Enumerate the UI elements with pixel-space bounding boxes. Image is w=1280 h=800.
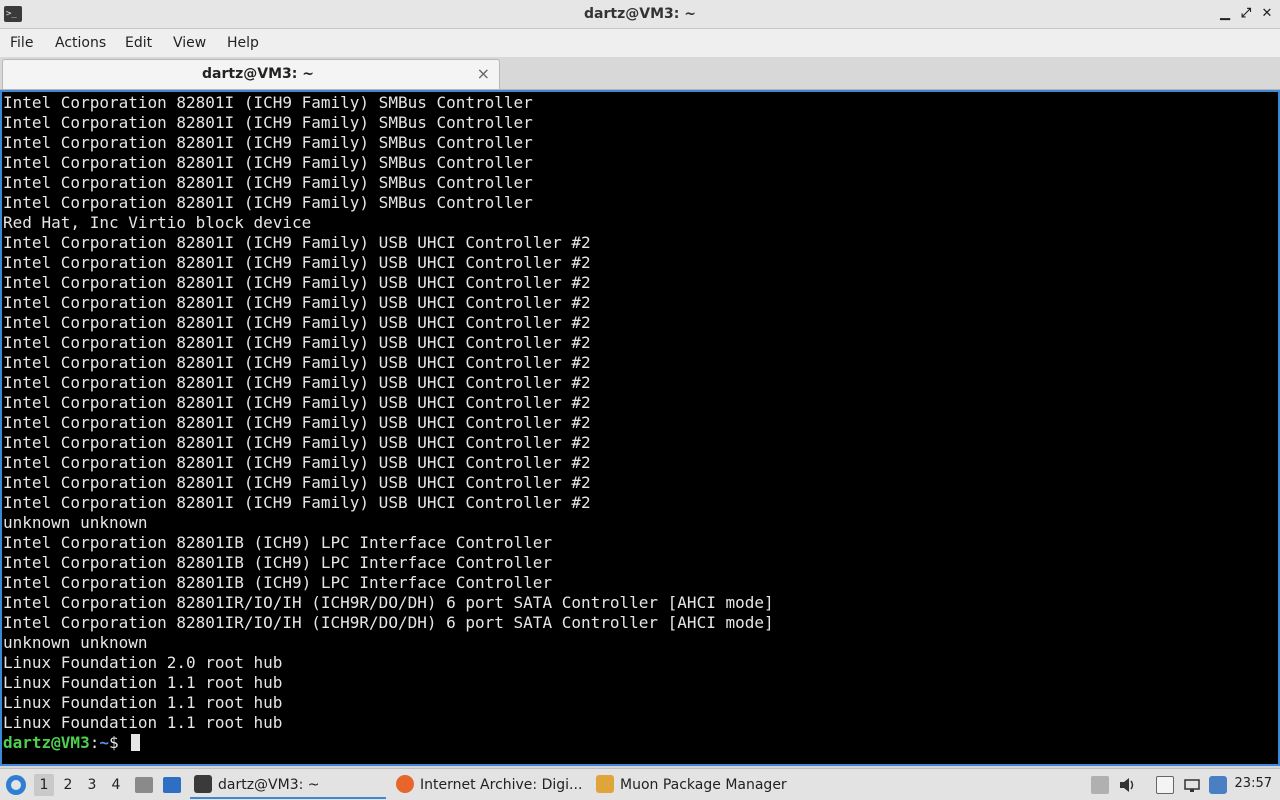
terminal-line: Intel Corporation 82801I (ICH9 Family) S… — [3, 93, 533, 112]
maximize-button[interactable]: ⤢ — [1237, 5, 1255, 23]
terminal-line: Red Hat, Inc Virtio block device — [3, 213, 312, 232]
workspace-4[interactable]: 4 — [106, 774, 126, 796]
terminal-prompt[interactable]: dartz@VM3:~$ — [3, 733, 774, 753]
terminal-line: Intel Corporation 82801I (ICH9 Family) U… — [3, 453, 591, 472]
menu-help[interactable]: Help — [227, 35, 259, 51]
terminal-line: Intel Corporation 82801IB (ICH9) LPC Int… — [3, 533, 553, 552]
terminal-line: Intel Corporation 82801I (ICH9 Family) S… — [3, 153, 533, 172]
menu-actions[interactable]: Actions — [55, 35, 106, 51]
terminal-line: Intel Corporation 82801I (ICH9 Family) U… — [3, 233, 591, 252]
text-cursor — [131, 734, 141, 751]
tab-label: dartz@VM3: ~ — [202, 66, 314, 82]
terminal-line: Intel Corporation 82801I (ICH9 Family) U… — [3, 393, 591, 412]
terminal-line: Linux Foundation 2.0 root hub — [3, 653, 283, 672]
terminal-line: unknown unknown — [3, 513, 148, 532]
terminal-line: Intel Corporation 82801IB (ICH9) LPC Int… — [3, 553, 553, 572]
terminal-line: Intel Corporation 82801I (ICH9 Family) U… — [3, 493, 591, 512]
minimize-button[interactable]: ▁ — [1216, 5, 1234, 23]
menu-edit[interactable]: Edit — [125, 35, 152, 51]
terminal-line: Linux Foundation 1.1 root hub — [3, 673, 283, 692]
tab-close-icon[interactable]: × — [477, 64, 490, 83]
volume-icon[interactable] — [1118, 776, 1136, 794]
terminal-line: Intel Corporation 82801I (ICH9 Family) U… — [3, 253, 591, 272]
terminal-line: Intel Corporation 82801I (ICH9 Family) U… — [3, 293, 591, 312]
terminal-line: Intel Corporation 82801I (ICH9 Family) S… — [3, 133, 533, 152]
firefox-icon — [396, 775, 414, 793]
workspace-2[interactable]: 2 — [58, 774, 78, 796]
close-button[interactable]: ✕ — [1258, 5, 1276, 23]
terminal-line: Intel Corporation 82801I (ICH9 Family) U… — [3, 373, 591, 392]
updates-icon[interactable] — [1209, 776, 1227, 794]
start-menu-icon[interactable] — [6, 775, 26, 795]
clock[interactable]: 23:57 — [1235, 776, 1272, 791]
task-label: Internet Archive: Digi... — [420, 777, 583, 793]
terminal-tab[interactable]: dartz@VM3: ~ × — [2, 59, 500, 89]
terminal-line: unknown unknown — [3, 633, 148, 652]
task-terminal[interactable]: dartz@VM3: ~ — [190, 771, 386, 799]
terminal-line: Intel Corporation 82801I (ICH9 Family) U… — [3, 333, 591, 352]
workspace-3[interactable]: 3 — [82, 774, 102, 796]
menu-view[interactable]: View — [173, 35, 206, 51]
clipboard-icon[interactable] — [1156, 776, 1174, 794]
tab-bar: dartz@VM3: ~ × — [0, 57, 1280, 90]
window-titlebar[interactable]: >_ dartz@VM3: ~ ▁ ⤢ ✕ — [0, 0, 1280, 29]
taskbar: 1 2 3 4 dartz@VM3: ~ Internet Archive: D… — [0, 768, 1280, 800]
terminal-line: Intel Corporation 82801I (ICH9 Family) U… — [3, 313, 591, 332]
terminal-line: Linux Foundation 1.1 root hub — [3, 693, 283, 712]
prompt-path: ~ — [99, 733, 109, 752]
terminal-line: Intel Corporation 82801IR/IO/IH (ICH9R/D… — [3, 593, 774, 612]
terminal-line: Intel Corporation 82801I (ICH9 Family) S… — [3, 113, 533, 132]
prompt-user: dartz@VM3 — [3, 733, 90, 752]
package-manager-icon — [596, 775, 614, 793]
terminal-line: Intel Corporation 82801I (ICH9 Family) U… — [3, 353, 591, 372]
terminal-line: Intel Corporation 82801I (ICH9 Family) S… — [3, 173, 533, 192]
terminal-line: Intel Corporation 82801I (ICH9 Family) U… — [3, 273, 591, 292]
menu-bar: File Actions Edit View Help — [0, 29, 1280, 57]
terminal-line: Intel Corporation 82801I (ICH9 Family) U… — [3, 433, 591, 452]
terminal-line: Intel Corporation 82801I (ICH9 Family) S… — [3, 193, 533, 212]
terminal-view[interactable]: Intel Corporation 82801I (ICH9 Family) S… — [0, 90, 1280, 766]
terminal-line: Intel Corporation 82801I (ICH9 Family) U… — [3, 413, 591, 432]
window-title: dartz@VM3: ~ — [584, 6, 696, 22]
terminal-line: Intel Corporation 82801IB (ICH9) LPC Int… — [3, 573, 553, 592]
tray-up-icon[interactable] — [1091, 776, 1109, 794]
task-label: dartz@VM3: ~ — [218, 777, 320, 793]
show-desktop-icon[interactable] — [135, 777, 153, 793]
terminal-line: Intel Corporation 82801I (ICH9 Family) U… — [3, 473, 591, 492]
task-label: Muon Package Manager — [620, 777, 787, 793]
workspace-1[interactable]: 1 — [34, 774, 54, 796]
terminal-icon — [194, 775, 212, 793]
task-firefox[interactable]: Internet Archive: Digi... — [392, 771, 587, 799]
file-manager-icon[interactable] — [163, 777, 181, 793]
network-icon[interactable] — [1183, 776, 1201, 794]
prompt-separator: : — [89, 733, 100, 752]
terminal-line: Intel Corporation 82801IR/IO/IH (ICH9R/D… — [3, 613, 774, 632]
terminal-line: Linux Foundation 1.1 root hub — [3, 713, 283, 732]
task-muon[interactable]: Muon Package Manager — [592, 771, 792, 799]
prompt-symbol: $ — [108, 733, 129, 752]
terminal-output: Intel Corporation 82801I (ICH9 Family) S… — [3, 93, 774, 753]
menu-file[interactable]: File — [10, 35, 33, 51]
